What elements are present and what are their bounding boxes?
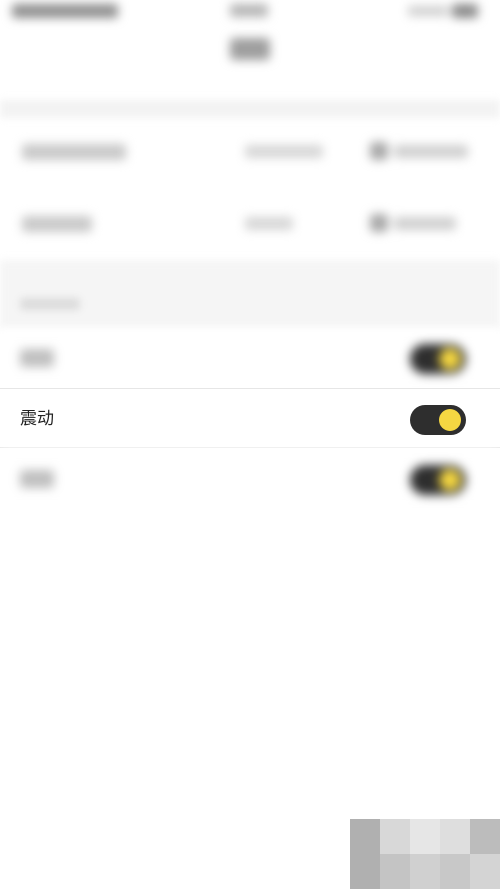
setting-toggle[interactable] <box>410 465 466 495</box>
section-header-label <box>20 298 80 310</box>
section-header <box>0 260 500 330</box>
info-row-label <box>22 216 92 232</box>
info-row[interactable] <box>0 118 500 188</box>
vibration-label: 震动 <box>20 409 54 428</box>
info-row-action <box>394 145 468 158</box>
setting-label <box>20 349 54 367</box>
signal-icon <box>408 6 448 16</box>
info-row-icon <box>370 142 388 160</box>
status-time <box>230 4 268 17</box>
setting-row[interactable] <box>0 328 500 388</box>
vibration-toggle[interactable] <box>410 405 466 435</box>
info-row-value <box>245 217 293 230</box>
info-row-value <box>245 145 323 158</box>
info-row-label <box>22 144 126 160</box>
vibration-setting-row[interactable]: 震动 <box>0 388 500 448</box>
toggle-knob <box>439 409 461 431</box>
setting-label <box>20 470 54 488</box>
info-row-icon <box>370 214 388 232</box>
info-row-action <box>394 217 456 230</box>
section-divider <box>0 100 500 118</box>
toggle-knob <box>439 348 461 370</box>
status-bar <box>0 0 500 28</box>
battery-icon <box>452 4 478 18</box>
setting-toggle[interactable] <box>410 344 466 374</box>
page-title <box>230 38 270 60</box>
watermark-mosaic <box>350 819 500 889</box>
info-row[interactable] <box>0 190 500 260</box>
status-icons <box>408 4 478 18</box>
setting-row[interactable] <box>0 449 500 509</box>
status-carrier <box>12 4 118 18</box>
toggle-knob <box>439 469 461 491</box>
